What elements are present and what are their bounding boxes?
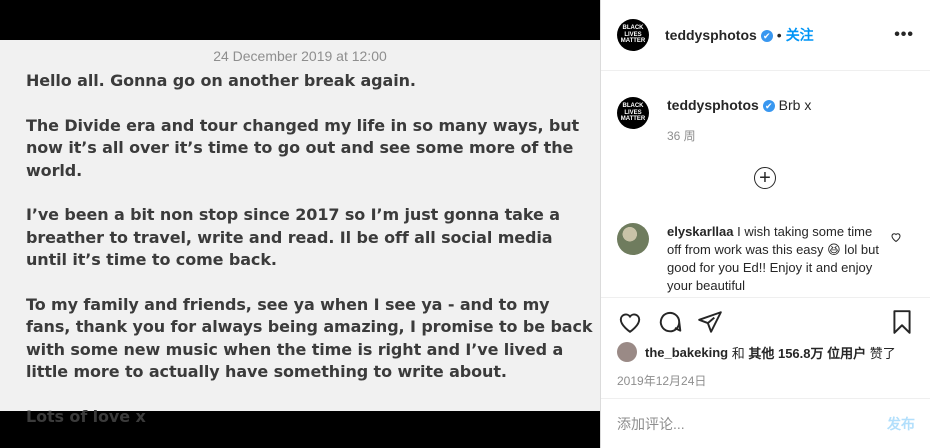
username-link[interactable]: teddysphotos ✔ [665, 27, 773, 43]
comment-item: elyskarllaa I wish taking some time off … [617, 223, 917, 295]
separator-dot: • [776, 27, 782, 43]
caption-text: Brb x [778, 97, 812, 113]
verified-badge-icon: ✔ [762, 100, 775, 113]
note-paragraph: I’ve been a bit non stop since 2017 so I… [26, 205, 560, 269]
post-sidebar: BLACK LIVES MATTER teddysphotos ✔ • 关注 ••… [600, 0, 930, 448]
avatar[interactable] [617, 342, 637, 362]
comment-icon[interactable] [653, 305, 687, 339]
caption-content: teddysphotos ✔ Brb x 36 周 [667, 97, 811, 144]
post-view: 24 December 2019 at 12:00 Hello all. Gon… [0, 0, 930, 448]
action-bar [601, 297, 930, 345]
note-body: Hello all. Gonna go on another break aga… [0, 64, 596, 428]
note-paragraph: Hello all. Gonna go on another break aga… [26, 71, 416, 90]
likes-summary: the_bakeking 和 其他 156.8万 位用户 赞了 [617, 342, 896, 362]
notes-screenshot: 24 December 2019 at 12:00 Hello all. Gon… [0, 40, 600, 426]
note-paragraph: The Divide era and tour changed my life … [26, 115, 580, 180]
caption-username[interactable]: teddysphotos [667, 97, 759, 113]
comment-username[interactable]: elyskarllaa [667, 224, 734, 239]
likes-count-link[interactable]: 其他 156.8万 位用户 [748, 343, 866, 362]
bookmark-icon[interactable] [885, 305, 919, 339]
paper-plane-icon[interactable] [693, 305, 727, 339]
comment-content: elyskarllaa I wish taking some time off … [667, 223, 882, 295]
avatar[interactable] [617, 223, 649, 255]
note-paragraph: Lots of love x [26, 406, 146, 426]
liker-username[interactable]: the_bakeking [645, 345, 728, 360]
verified-badge-icon: ✔ [760, 30, 773, 43]
post-image[interactable]: 24 December 2019 at 12:00 Hello all. Gon… [0, 0, 600, 448]
username-text: teddysphotos [665, 27, 757, 43]
add-comment-bar: 添加评论... 发布 [601, 398, 930, 448]
caption: BLACK LIVES MATTER teddysphotos ✔ Brb x 3… [601, 71, 930, 144]
load-more-comments-button[interactable]: + [754, 167, 776, 189]
avatar[interactable]: BLACK LIVES MATTER [617, 97, 649, 129]
more-options-icon[interactable]: ••• [894, 26, 914, 44]
post-header: BLACK LIVES MATTER teddysphotos ✔ • 关注 ••… [601, 0, 930, 71]
follow-button[interactable]: 关注 [786, 25, 814, 45]
avatar[interactable]: BLACK LIVES MATTER [617, 19, 649, 51]
caption-time[interactable]: 36 周 [667, 127, 811, 144]
comment-like-icon[interactable] [890, 231, 902, 295]
note-paragraph: To my family and friends, see ya when I … [26, 294, 593, 382]
likes-suffix: 赞了 [869, 345, 896, 361]
heart-icon[interactable] [613, 305, 647, 339]
comments-section[interactable]: BLACK LIVES MATTER teddysphotos ✔ Brb x 3… [601, 71, 930, 295]
note-date: 24 December 2019 at 12:00 [213, 48, 387, 64]
post-comment-button[interactable]: 发布 [887, 414, 915, 434]
comment-input[interactable]: 添加评论... [617, 414, 685, 434]
likes-conj: 和 [731, 345, 745, 361]
post-date[interactable]: 2019年12月24日 [617, 372, 706, 389]
